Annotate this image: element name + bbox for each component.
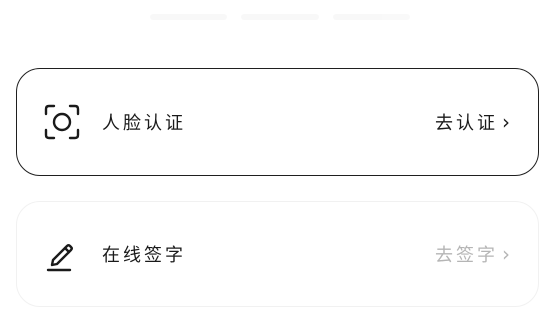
chevron-right-icon: › (502, 242, 510, 266)
top-bar-placeholder (241, 14, 319, 20)
go-verify-label: 去认证 (435, 113, 498, 134)
pen-icon (43, 235, 81, 273)
face-auth-card[interactable]: 人脸认证 去认证 › (16, 68, 539, 176)
top-bar-placeholder (150, 14, 228, 20)
chevron-right-icon: › (502, 110, 510, 134)
face-auth-label: 人脸认证 (102, 113, 186, 134)
go-sign-label: 去签字 (435, 245, 498, 266)
online-sign-label: 在线签字 (102, 245, 186, 266)
top-bar-placeholder (332, 14, 410, 20)
online-sign-card[interactable]: 在线签字 去签字 › (16, 201, 539, 307)
top-bar (150, 10, 410, 24)
go-verify-button[interactable]: 去认证 › (435, 109, 510, 135)
go-sign-button[interactable]: 去签字 › (435, 241, 510, 267)
face-scan-icon (43, 103, 81, 141)
